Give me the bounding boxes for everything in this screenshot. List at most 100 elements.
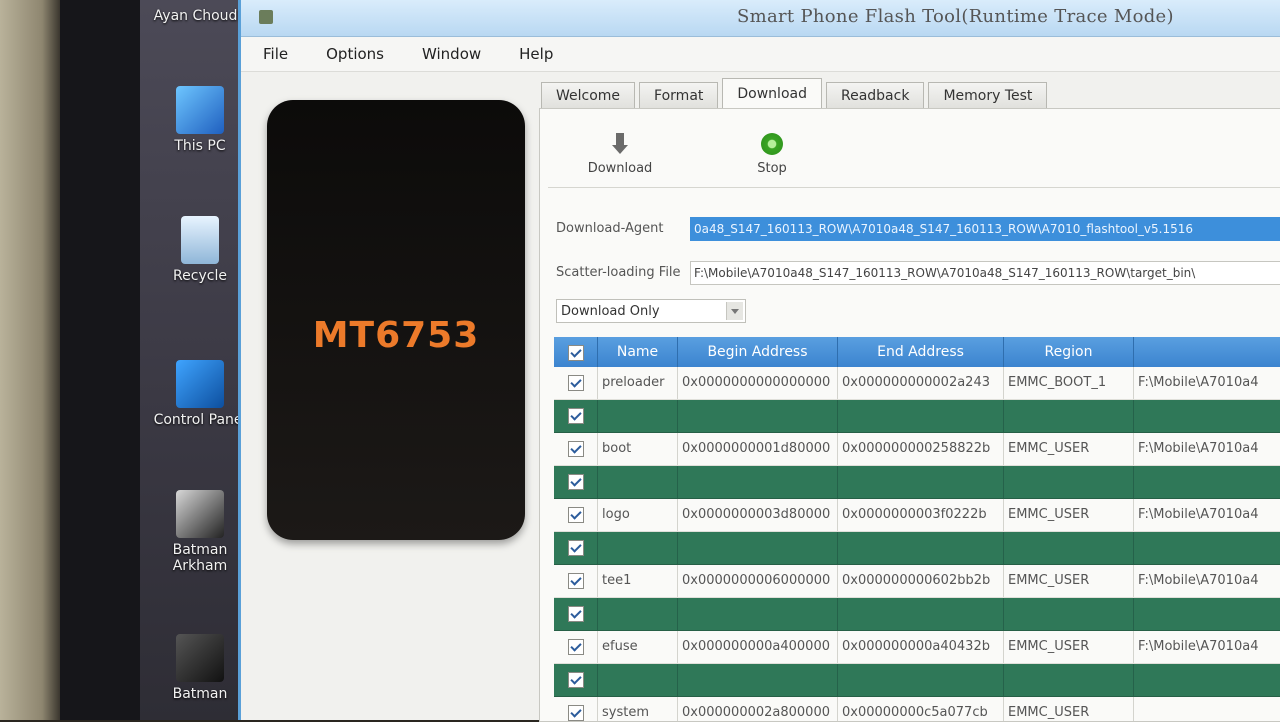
cell-begin-address [678, 400, 838, 432]
row-checkbox[interactable] [567, 606, 584, 622]
cell-begin-address: 0x0000000006000000 [678, 565, 838, 597]
row-checkbox-cell[interactable] [554, 598, 598, 630]
cell-region: EMMC_USER [1004, 499, 1134, 531]
cell-end-address [838, 532, 1004, 564]
desktop-icon-recycle-bin[interactable]: Recycle [152, 216, 248, 284]
scatter-file-label: Scatter-loading File [556, 265, 681, 280]
cell-end-address [838, 400, 1004, 432]
partition-table: Name Begin Address End Address Region pr… [554, 337, 1280, 721]
scatter-file-field[interactable]: F:\Mobile\A7010a48_S147_160113_ROW\A7010… [690, 261, 1280, 285]
row-checkbox[interactable] [567, 375, 584, 391]
cell-name: boot [598, 433, 678, 465]
desktop-icon-batman[interactable]: Batman [152, 634, 248, 702]
table-row[interactable]: logo 0x0000000003d80000 0x0000000003f0222b… [554, 499, 1280, 532]
table-row[interactable] [554, 664, 1280, 697]
tab-welcome[interactable]: Welcome [541, 82, 636, 109]
table-body: preloader 0x0000000000000000 0x00000000000… [554, 367, 1280, 721]
monitor-bezel [60, 0, 140, 720]
menu-help[interactable]: Help [515, 42, 557, 66]
row-checkbox-cell[interactable] [554, 697, 598, 721]
cell-location [1134, 466, 1280, 498]
table-row[interactable]: tee1 0x0000000006000000 0x000000000602bb2b… [554, 565, 1280, 598]
scatter-file-row: Scatter-loading File F:\Mobile\A7010a48_… [556, 261, 1280, 285]
cell-location: F:\Mobile\A7010a4 [1134, 367, 1280, 399]
table-row[interactable]: system 0x000000002a800000 0x00000000c5a077… [554, 697, 1280, 721]
desktop-icon-this-pc[interactable]: This PC [152, 86, 248, 154]
download-button[interactable]: Download [580, 133, 660, 176]
cell-location: F:\Mobile\A7010a4 [1134, 631, 1280, 663]
row-checkbox-cell[interactable] [554, 565, 598, 597]
row-checkbox[interactable] [567, 573, 584, 589]
row-checkbox-cell[interactable] [554, 631, 598, 663]
title-bar[interactable]: Smart Phone Flash Tool(Runtime Trace Mod… [241, 0, 1280, 37]
select-all-checkbox[interactable] [567, 345, 584, 361]
chip-label: MT6753 [312, 315, 480, 356]
phone-image: MT6753 [267, 100, 525, 540]
tab-bar: Welcome Format Download Readback Memory … [541, 78, 1051, 109]
table-row[interactable]: efuse 0x000000000a400000 0x000000000a40432… [554, 631, 1280, 664]
tab-memory-test[interactable]: Memory Test [928, 82, 1048, 109]
row-checkbox[interactable] [567, 474, 584, 490]
table-row[interactable] [554, 532, 1280, 565]
desktop-icon-batman-arkham[interactable]: Batman Arkham [152, 490, 248, 574]
desktop-icon-user[interactable]: Ayan Choudh [152, 8, 248, 24]
menu-bar: File Options Window Help [241, 37, 1280, 72]
table-row[interactable]: preloader 0x0000000000000000 0x00000000000… [554, 367, 1280, 400]
download-agent-field[interactable]: 0a48_S147_160113_ROW\A7010a48_S147_16011… [690, 217, 1280, 241]
menu-options[interactable]: Options [322, 42, 388, 66]
chevron-down-icon[interactable] [726, 302, 743, 320]
select-all-checkbox-cell[interactable] [554, 337, 598, 367]
stop-icon [761, 133, 783, 155]
cell-location [1134, 400, 1280, 432]
row-checkbox[interactable] [567, 507, 584, 523]
row-checkbox-cell[interactable] [554, 433, 598, 465]
row-checkbox[interactable] [567, 672, 584, 688]
cell-location [1134, 598, 1280, 630]
desktop-icon-label: This PC [174, 138, 226, 154]
table-row[interactable] [554, 466, 1280, 499]
desktop-icon-control-panel[interactable]: Control Panel [152, 360, 248, 428]
stop-button[interactable]: Stop [732, 133, 812, 176]
cell-begin-address: 0x0000000003d80000 [678, 499, 838, 531]
row-checkbox-cell[interactable] [554, 367, 598, 399]
game-shortcut-icon [176, 490, 224, 538]
cell-location: F:\Mobile\A7010a4 [1134, 565, 1280, 597]
cell-end-address [838, 664, 1004, 696]
desktop-icon-label: Ayan Choudh [153, 8, 247, 24]
cell-name [598, 598, 678, 630]
cell-begin-address: 0x000000002a800000 [678, 697, 838, 721]
row-checkbox[interactable] [567, 705, 584, 721]
flash-tool-window: Smart Phone Flash Tool(Runtime Trace Mod… [238, 0, 1280, 722]
cell-begin-address: 0x0000000001d80000 [678, 433, 838, 465]
download-mode-select[interactable]: Download Only [556, 299, 746, 323]
cell-begin-address: 0x0000000000000000 [678, 367, 838, 399]
tab-format[interactable]: Format [639, 82, 719, 109]
row-checkbox-cell[interactable] [554, 400, 598, 432]
row-checkbox[interactable] [567, 540, 584, 556]
table-row[interactable] [554, 598, 1280, 631]
cell-name [598, 466, 678, 498]
row-checkbox-cell[interactable] [554, 466, 598, 498]
window-title: Smart Phone Flash Tool(Runtime Trace Mod… [737, 6, 1174, 27]
table-row[interactable]: boot 0x0000000001d80000 0x000000000258822b… [554, 433, 1280, 466]
menu-file[interactable]: File [259, 42, 292, 66]
download-agent-row: Download-Agent 0a48_S147_160113_ROW\A701… [556, 217, 1280, 241]
cell-region [1004, 532, 1134, 564]
cell-name: preloader [598, 367, 678, 399]
cell-end-address [838, 598, 1004, 630]
row-checkbox[interactable] [567, 441, 584, 457]
desktop-icon-label: Batman Arkham [172, 542, 228, 574]
tab-readback[interactable]: Readback [825, 82, 925, 109]
row-checkbox-cell[interactable] [554, 532, 598, 564]
row-checkbox[interactable] [567, 639, 584, 655]
cell-name [598, 532, 678, 564]
row-checkbox-cell[interactable] [554, 664, 598, 696]
tab-download[interactable]: Download [722, 78, 822, 109]
row-checkbox-cell[interactable] [554, 499, 598, 531]
cell-location [1134, 664, 1280, 696]
table-row[interactable] [554, 400, 1280, 433]
row-checkbox[interactable] [567, 408, 584, 424]
cell-begin-address [678, 598, 838, 630]
menu-window[interactable]: Window [418, 42, 485, 66]
cell-end-address: 0x00000000c5a077cb [838, 697, 1004, 721]
